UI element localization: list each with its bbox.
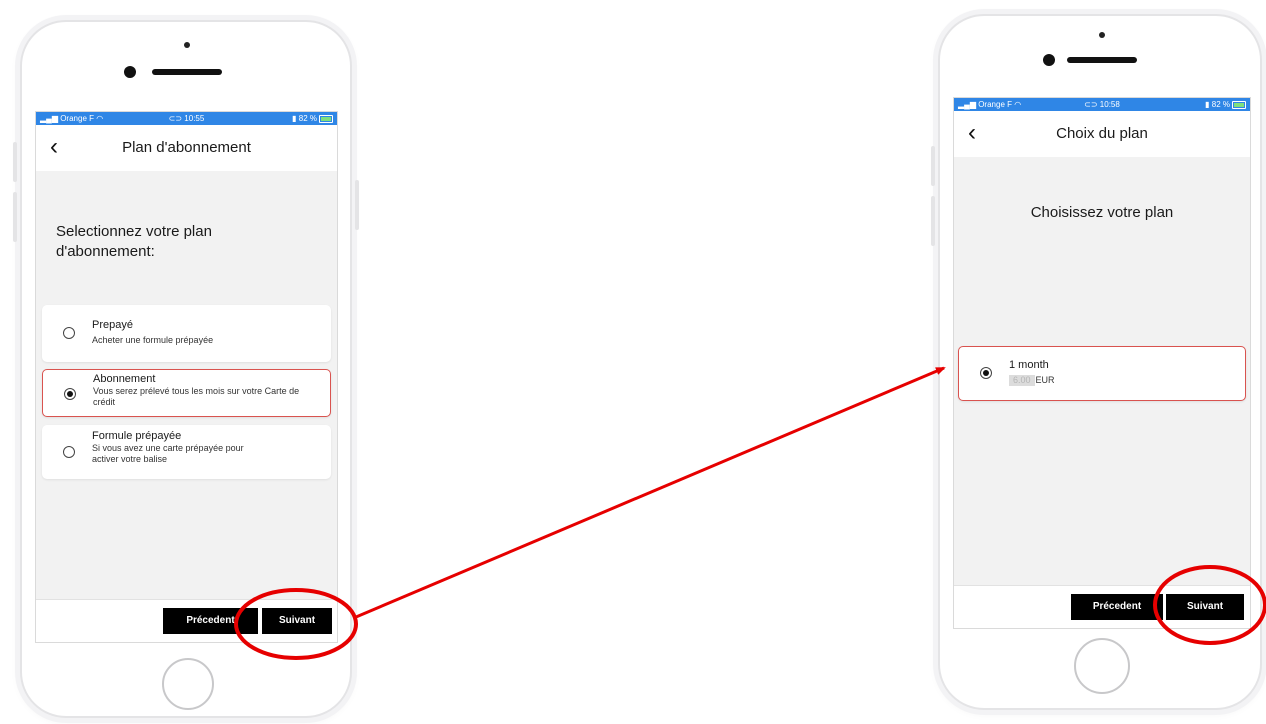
plan-heading: Choisissez votre plan [1030,204,1174,221]
status-bar: ▂▄▆ Orange F ◠ ⊂⊃ 10:55 ▮ 82 % [36,112,337,125]
option-prepaye[interactable]: Prepayé Acheter une formule prépayée [42,305,331,362]
option-description: Acheter une formule prépayée [92,335,214,345]
right-phone-frame: ▂▄▆ Orange F ◠ ⊂⊃ 10:58 ▮ 82 % ‹ Choix d… [931,14,1262,710]
option-description: Si vous avez une carte prépayée pour act… [92,443,244,464]
left-phone-frame: ▂▄▆ Orange F ◠ ⊂⊃ 10:55 ▮ 82 % ‹ Plan d'… [13,20,359,718]
page-title: Choix du plan [1056,125,1148,142]
home-button[interactable] [1074,638,1130,694]
nav-bar: ‹ Plan d'abonnement [36,125,337,171]
radio-checked-icon[interactable] [64,388,76,400]
plan-option-1-month[interactable]: 1 month 6.00 EUR [958,346,1246,401]
option-title: Prepayé [92,319,133,331]
price-amount: 6.00 [1009,375,1035,386]
speaker-grille [1067,57,1137,63]
radio-icon[interactable] [63,446,75,458]
annotation-arrow [355,366,946,619]
battery-indicator: ▮ 82 % [292,112,333,125]
plan-title: 1 month [1009,359,1049,371]
next-button[interactable]: Suivant [262,608,332,634]
option-abonnement[interactable]: Abonnement Vous serez prélevé tous les m… [42,369,331,417]
volume-button [13,192,17,242]
bottom-action-bar: Précedent Suivant [954,585,1250,628]
previous-button[interactable]: Précedent [163,608,258,634]
volume-button [931,146,935,186]
previous-button[interactable]: Précedent [1071,594,1163,620]
sensor-icon [124,66,136,78]
bottom-action-bar: Précedent Suivant [36,599,337,642]
option-description: Vous serez prélevé tous les mois sur vot… [93,386,300,407]
page-title: Plan d'abonnement [122,139,251,156]
sensor-icon [1043,54,1055,66]
speaker-grille [152,69,222,75]
battery-icon [319,114,333,123]
volume-button [13,142,17,182]
plan-price: 6.00 EUR [1009,375,1237,386]
volume-button [931,196,935,246]
plan-heading: Selectionnez votre plan d'abonnement: [56,223,212,260]
home-button[interactable] [162,658,214,710]
battery-indicator: ▮ 82 % [1205,98,1246,111]
right-screen: ▂▄▆ Orange F ◠ ⊂⊃ 10:58 ▮ 82 % ‹ Choix d… [953,97,1251,629]
status-bar: ▂▄▆ Orange F ◠ ⊂⊃ 10:58 ▮ 82 % [954,98,1250,111]
front-camera-icon [1099,32,1105,38]
option-title: Abonnement [93,373,156,385]
radio-icon[interactable] [63,327,75,339]
option-formule-prepayee[interactable]: Formule prépayée Si vous avez une carte … [42,425,331,479]
left-screen: ▂▄▆ Orange F ◠ ⊂⊃ 10:55 ▮ 82 % ‹ Plan d'… [35,111,338,643]
price-currency: EUR [1035,375,1055,385]
front-camera-icon [184,42,190,48]
power-button [355,180,359,230]
option-title: Formule prépayée [92,430,182,442]
nav-bar: ‹ Choix du plan [954,111,1250,157]
next-button[interactable]: Suivant [1166,594,1244,620]
radio-checked-icon[interactable] [980,367,992,379]
battery-icon [1232,100,1246,109]
